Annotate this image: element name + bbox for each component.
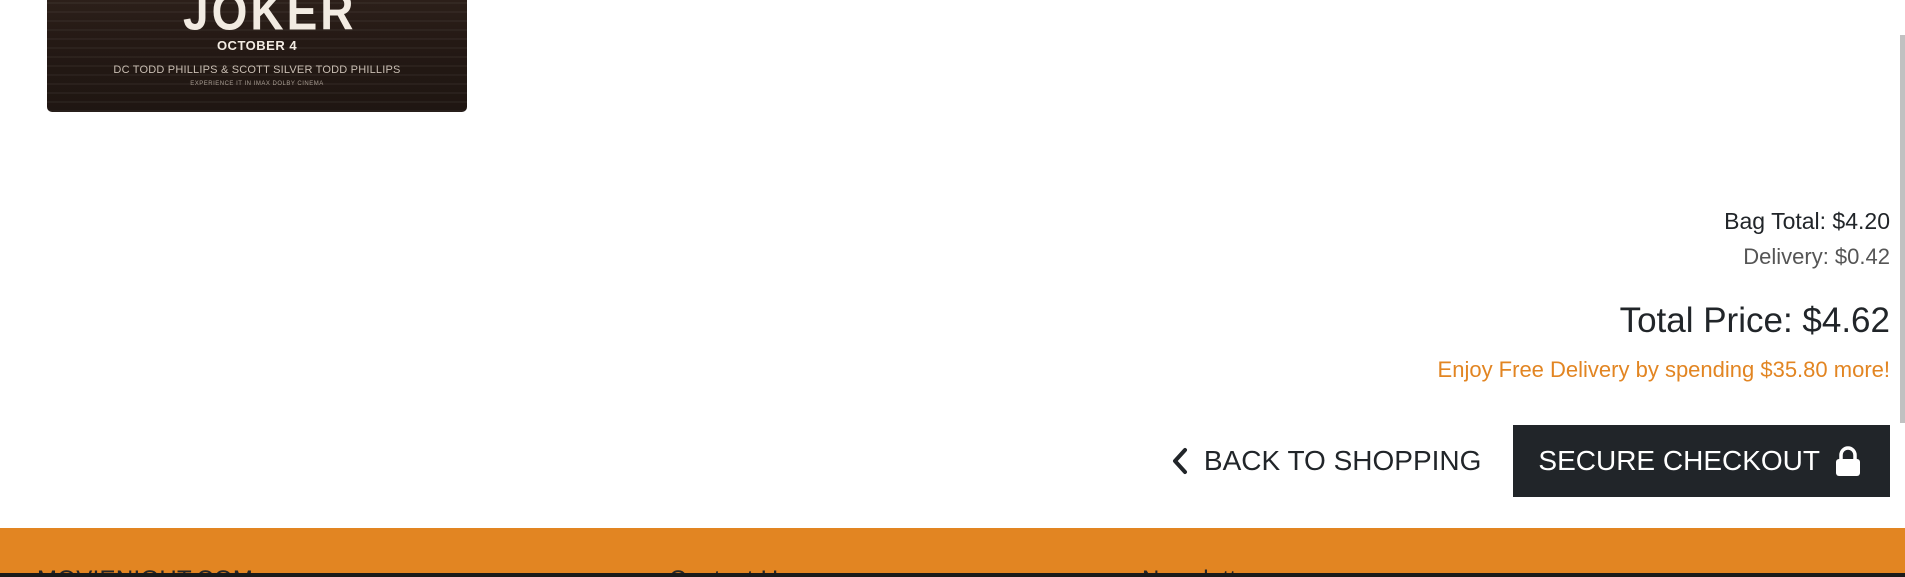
poster-title: JOKER (183, 0, 357, 41)
scrollbar-thumb[interactable] (1900, 35, 1905, 423)
poster-date: OCTOBER 4 (216, 38, 298, 53)
product-poster-image: JOKER OCTOBER 4 DC TODD PHILLIPS & SCOTT… (47, 0, 467, 112)
cart-actions: BACK TO SHOPPING SECURE CHECKOUT (1170, 425, 1890, 497)
total-price: Total Price: $4.62 (1619, 301, 1890, 340)
chevron-left-icon (1172, 448, 1187, 474)
page: JOKER OCTOBER 4 DC TODD PHILLIPS & SCOTT… (0, 0, 1905, 577)
bag-total: Bag Total: $4.20 (1724, 208, 1890, 234)
delivery-cost: Delivery: $0.42 (1743, 244, 1890, 269)
secure-checkout-button[interactable]: SECURE CHECKOUT (1513, 425, 1890, 497)
site-footer: MOVIENIGHT.COM Contact Us Newsletter (0, 528, 1905, 577)
free-delivery-message: Enjoy Free Delivery by spending $35.80 m… (1437, 357, 1890, 382)
secure-checkout-label: SECURE CHECKOUT (1538, 445, 1820, 476)
back-to-shopping-label: BACK TO SHOPPING (1203, 445, 1482, 476)
back-to-shopping-link[interactable]: BACK TO SHOPPING (1170, 445, 1481, 477)
order-summary: Bag Total: $4.20 Delivery: $0.42 Total P… (1438, 205, 1890, 385)
footer-divider (0, 573, 1905, 577)
poster-credits: DC TODD PHILLIPS & SCOTT SILVER TODD PHI… (113, 64, 401, 76)
lock-icon (1836, 446, 1860, 476)
poster-footer-text: EXPERIENCE IT IN IMAX DOLBY CINEMA (190, 81, 324, 87)
